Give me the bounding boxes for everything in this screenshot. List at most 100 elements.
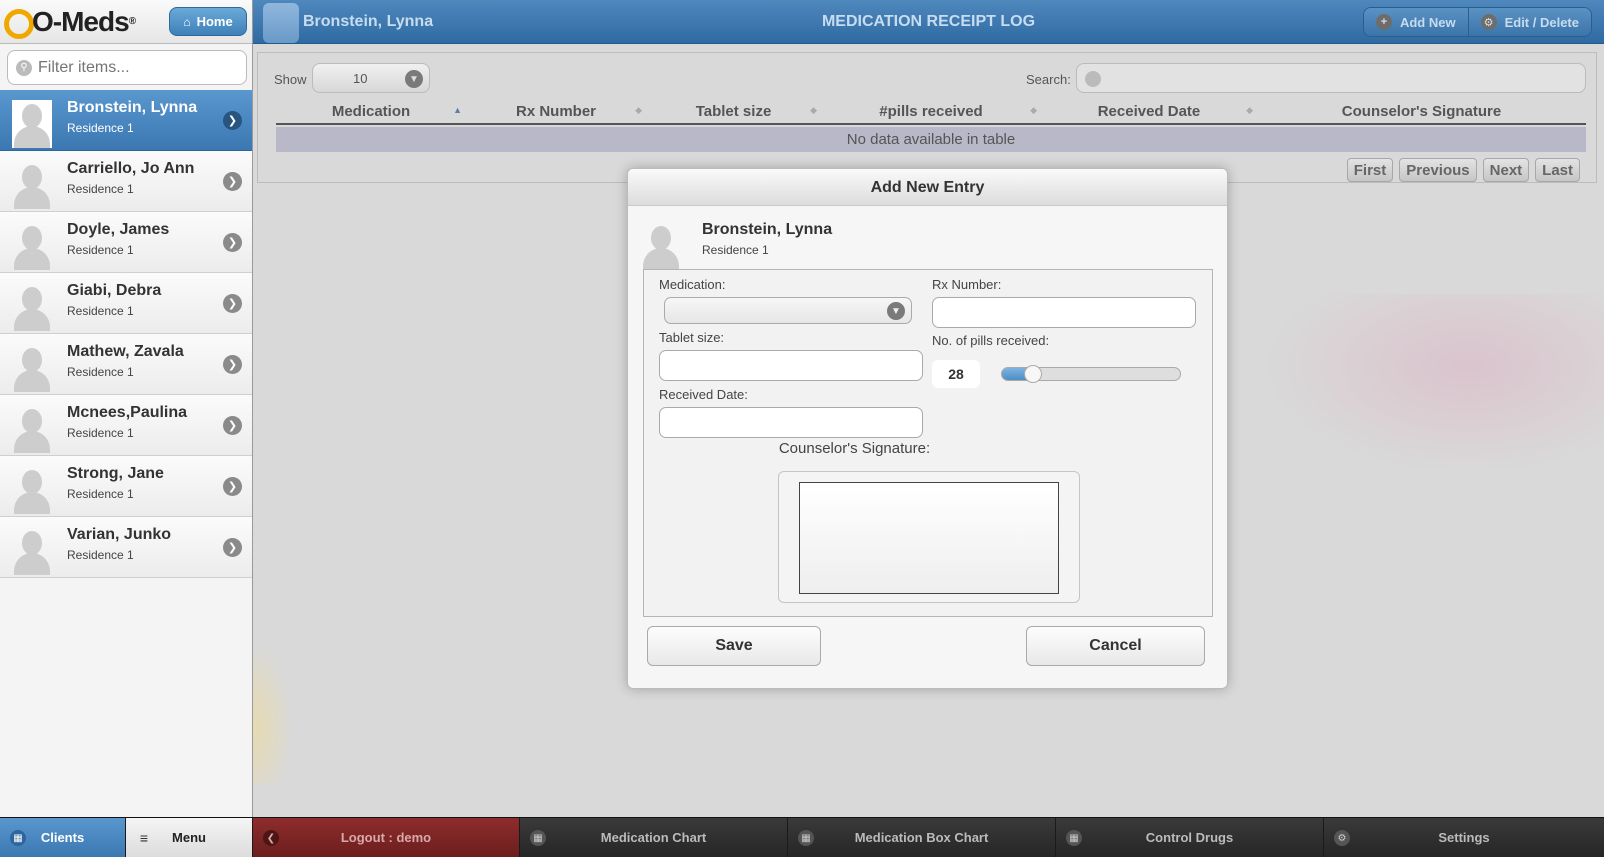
dialog-title: Add New Entry: [628, 169, 1227, 206]
menu-button[interactable]: ≡ Menu: [126, 818, 253, 857]
client-item[interactable]: Mathew, Zavala Residence 1 ❯: [0, 334, 252, 395]
home-label: Home: [196, 14, 233, 29]
search-input[interactable]: [1076, 63, 1586, 93]
client-item[interactable]: Mcnees,Paulina Residence 1 ❯: [0, 395, 252, 456]
home-icon: ⌂: [183, 14, 191, 29]
chevron-right-icon: ❯: [223, 111, 242, 130]
client-item[interactable]: Bronstein, Lynna Residence 1 ❯: [0, 90, 252, 151]
grid-icon: ▦: [10, 830, 26, 846]
menu-icon: ≡: [139, 830, 149, 846]
page-header: Bronstein, Lynna MEDICATION RECEIPT LOG …: [253, 0, 1604, 44]
header-client-name: Bronstein, Lynna: [303, 13, 434, 30]
previous-page-button[interactable]: Previous: [1399, 158, 1477, 182]
avatar: [12, 527, 52, 575]
table-header: Medication ▲ Rx Number ◆ Tablet size ◆ #pil…: [276, 97, 1586, 125]
search-label: Search:: [1026, 72, 1071, 87]
chevron-right-icon: ❯: [223, 233, 242, 252]
dialog-client-residence: Residence 1: [702, 243, 769, 257]
avatar: [12, 161, 52, 209]
data-table-panel: Show 10 ▼ Search: Medication ▲ Rx Number ◆…: [257, 52, 1597, 183]
pills-received-value[interactable]: 28: [932, 360, 980, 388]
pills-received-label: No. of pills received:: [932, 333, 1050, 348]
client-residence: Residence 1: [67, 182, 134, 196]
page-size-select[interactable]: 10 ▼: [312, 63, 430, 93]
edit-delete-button[interactable]: ⚙ Edit / Delete: [1468, 8, 1591, 36]
app-logo: O-Meds®: [4, 5, 136, 39]
avatar: [12, 283, 52, 331]
client-residence: Residence 1: [67, 365, 134, 379]
client-residence: Residence 1: [67, 548, 134, 562]
chevron-right-icon: ❯: [223, 172, 242, 191]
client-residence: Residence 1: [67, 243, 134, 257]
first-page-button[interactable]: First: [1346, 158, 1394, 182]
client-name: Doyle, James: [67, 221, 170, 238]
pagination: First Previous Next Last: [1346, 158, 1580, 182]
next-page-button[interactable]: Next: [1482, 158, 1530, 182]
avatar: [12, 222, 52, 270]
signature-pad[interactable]: [799, 482, 1059, 594]
pills-slider[interactable]: [1001, 365, 1181, 383]
column-header[interactable]: Tablet size ◆: [646, 97, 821, 125]
avatar: [12, 405, 52, 453]
client-item[interactable]: Giabi, Debra Residence 1 ❯: [0, 273, 252, 334]
logout-button[interactable]: ❮ Logout : demo: [253, 818, 520, 857]
tablet-size-field[interactable]: [659, 350, 923, 381]
add-new-label: Add New: [1399, 14, 1456, 30]
medication-box-chart-tab[interactable]: ▦ Medication Box Chart: [788, 818, 1056, 857]
client-residence: Residence 1: [67, 426, 134, 440]
last-page-button[interactable]: Last: [1535, 158, 1580, 182]
avatar: [12, 466, 52, 514]
save-button[interactable]: Save: [647, 626, 821, 666]
dialog-client: Bronstein, Lynna Residence 1: [628, 206, 1227, 270]
filter-input[interactable]: [38, 58, 238, 77]
logo-ring: [4, 8, 34, 39]
medication-select[interactable]: ▼: [664, 297, 912, 324]
home-button[interactable]: ⌂ Home: [169, 7, 247, 36]
clients-tab[interactable]: ▦ Clients: [0, 818, 126, 857]
received-date-label: Received Date:: [659, 387, 748, 402]
avatar: [12, 344, 52, 392]
rx-number-field[interactable]: [932, 297, 1196, 328]
slider-handle[interactable]: [1024, 365, 1042, 383]
avatar: [641, 222, 681, 270]
cancel-button[interactable]: Cancel: [1026, 626, 1205, 666]
entry-form: Medication: ▼ Rx Number: Tablet size: No…: [643, 269, 1213, 617]
column-header[interactable]: Medication ▲: [276, 97, 466, 125]
gear-icon: ⚙: [1334, 830, 1350, 846]
received-date-field[interactable]: [659, 407, 923, 438]
grid-icon: ▦: [1066, 830, 1082, 846]
plus-icon: +: [1375, 14, 1392, 30]
search-icon: [1085, 71, 1101, 87]
logo-text: O-Meds: [32, 6, 130, 37]
client-item[interactable]: Strong, Jane Residence 1 ❯: [0, 456, 252, 517]
client-name: Carriello, Jo Ann: [67, 160, 195, 177]
add-new-button[interactable]: + Add New: [1363, 8, 1469, 36]
settings-tab[interactable]: ⚙ Settings: [1324, 818, 1604, 857]
chevron-right-icon: ❯: [223, 416, 242, 435]
column-header[interactable]: Counselor's Signature: [1257, 97, 1586, 125]
client-item[interactable]: Varian, Junko Residence 1 ❯: [0, 517, 252, 578]
avatar: [263, 3, 299, 43]
medication-chart-tab[interactable]: ▦ Medication Chart: [520, 818, 788, 857]
column-header[interactable]: Received Date ◆: [1041, 97, 1257, 125]
chevron-down-icon: ▼: [887, 302, 905, 320]
avatar: [12, 100, 52, 148]
chevron-right-icon: ❯: [223, 477, 242, 496]
client-item[interactable]: Doyle, James Residence 1 ❯: [0, 212, 252, 273]
grid-icon: ▦: [798, 830, 814, 846]
tablet-size-label: Tablet size:: [659, 330, 725, 345]
column-header[interactable]: Rx Number ◆: [466, 97, 646, 125]
filter-field[interactable]: ⚲: [7, 50, 247, 85]
column-header[interactable]: #pills received ◆: [821, 97, 1041, 125]
client-list: Bronstein, Lynna Residence 1 ❯ Carriello…: [0, 90, 252, 578]
client-name: Mathew, Zavala: [67, 343, 184, 360]
logo-registered: ®: [128, 16, 136, 27]
search-icon: ⚲: [16, 59, 32, 76]
gear-icon: ⚙: [1480, 14, 1497, 30]
medication-label: Medication:: [659, 277, 726, 292]
client-item[interactable]: Carriello, Jo Ann Residence 1 ❯: [0, 151, 252, 212]
control-drugs-tab[interactable]: ▦ Control Drugs: [1056, 818, 1324, 857]
grid-icon: ▦: [530, 830, 546, 846]
show-label: Show: [274, 72, 307, 87]
signature-frame: [778, 471, 1080, 603]
